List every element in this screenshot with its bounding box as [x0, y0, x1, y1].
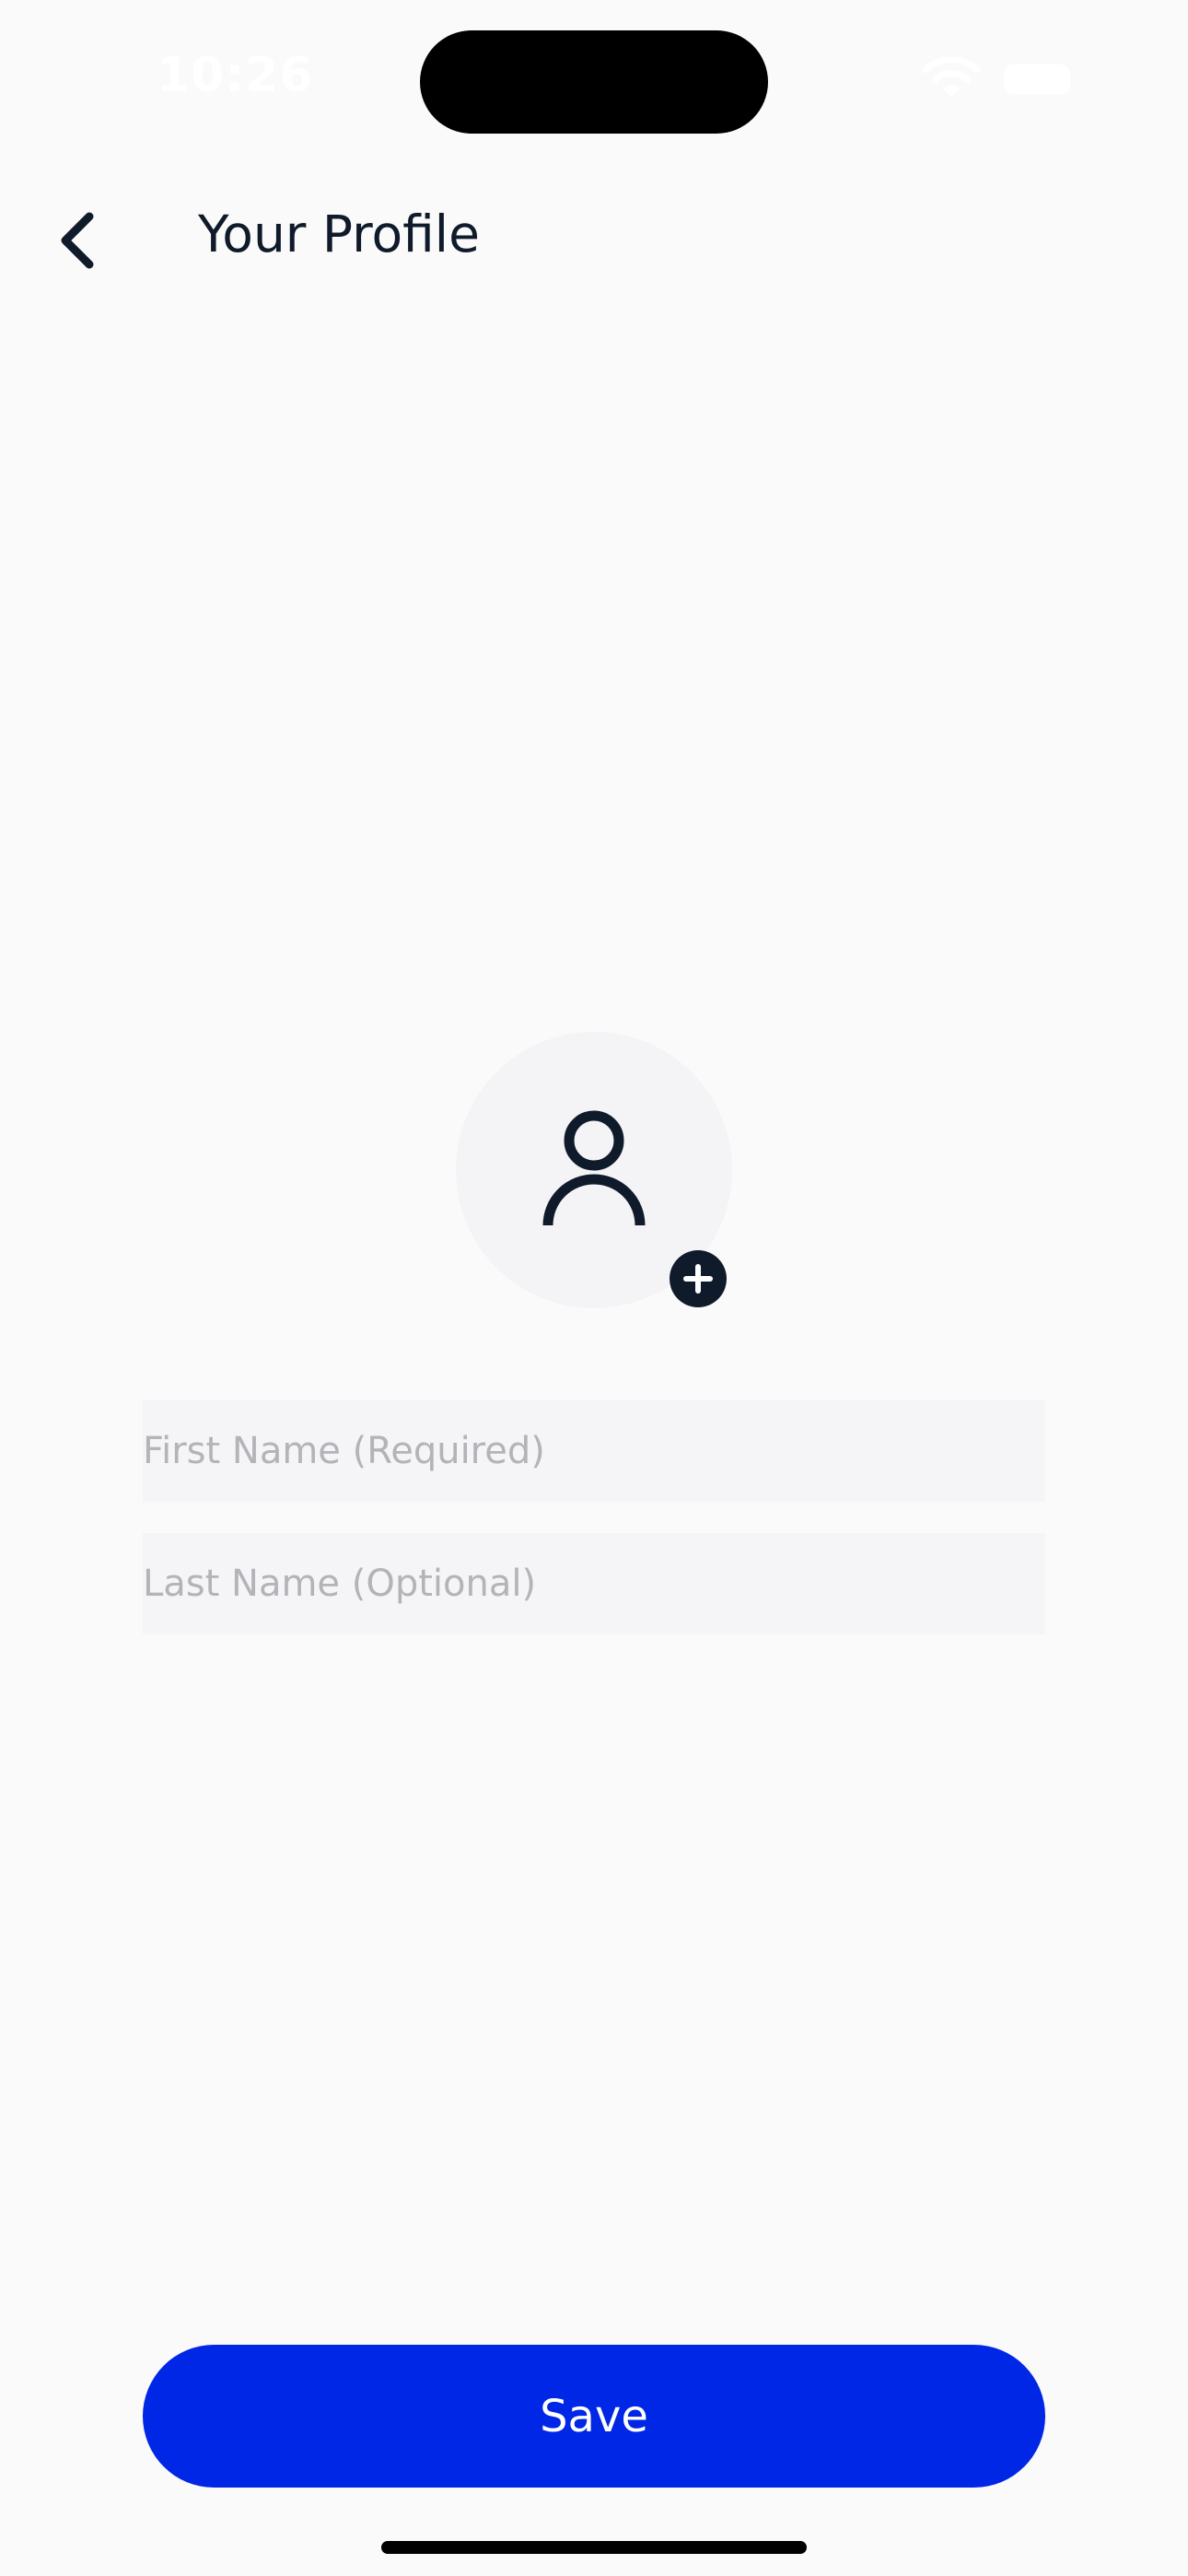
- chevron-left-icon: [61, 212, 94, 269]
- battery-icon: [1004, 64, 1070, 94]
- back-button[interactable]: [37, 190, 120, 291]
- page-title: Your Profile: [198, 205, 480, 263]
- add-photo-button[interactable]: [670, 1250, 727, 1307]
- person-icon: [542, 1110, 646, 1226]
- plus-icon: [683, 1264, 713, 1294]
- wifi-icon: [922, 57, 981, 98]
- status-time: 10:26: [157, 48, 314, 103]
- save-button[interactable]: Save: [143, 2345, 1045, 2488]
- last-name-input[interactable]: [143, 1533, 1045, 1634]
- home-indicator: [381, 2541, 807, 2554]
- dynamic-island: [420, 30, 768, 134]
- first-name-input[interactable]: [143, 1400, 1045, 1502]
